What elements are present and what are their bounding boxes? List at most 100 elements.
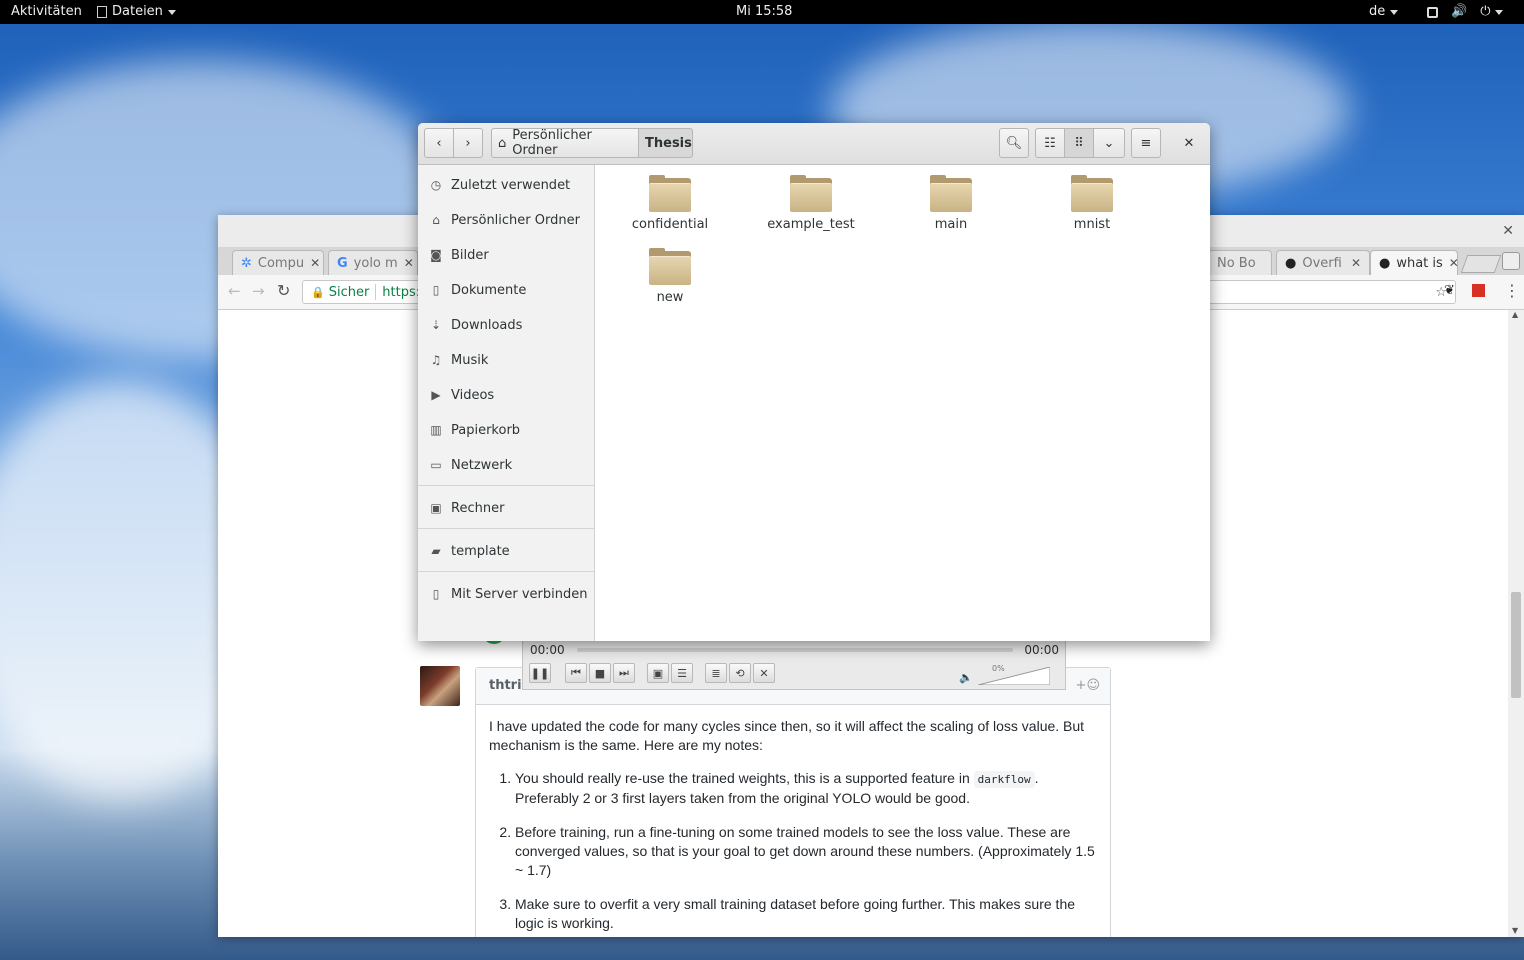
tab-label: No Bo <box>1217 255 1256 271</box>
forward-icon[interactable]: → <box>252 282 265 300</box>
scrollbar-thumb[interactable] <box>1511 592 1521 698</box>
activities-button[interactable]: Aktivitäten <box>11 0 82 24</box>
search-icon: 🔍︎ <box>1005 135 1023 151</box>
profile-icon[interactable] <box>1502 252 1520 270</box>
add-reaction-icon[interactable]: +☺ <box>1076 668 1100 704</box>
system-menu[interactable]: 🔊 ⏻ <box>1427 0 1504 24</box>
folder-item[interactable]: confidential <box>610 175 730 232</box>
pause-button[interactable]: ❚❚ <box>529 663 551 683</box>
time-current: 00:00 <box>530 643 565 657</box>
document-icon: ▯ <box>432 283 440 297</box>
extension-icon[interactable]: ❦ <box>1444 283 1455 298</box>
speaker-icon[interactable]: 🔈 <box>959 671 973 684</box>
sidebar-item-label: Downloads <box>451 317 523 333</box>
sidebar-item-label: Mit Server verbinden <box>451 586 588 602</box>
stop-icon: ■ <box>594 666 606 680</box>
stop-button[interactable]: ■ <box>589 663 611 683</box>
volume-slider[interactable]: 0% <box>977 664 1051 686</box>
sidebar-item-recent[interactable]: ◷ Zuletzt verwendet <box>418 168 594 202</box>
app-menu-button[interactable]: Dateien <box>97 0 176 24</box>
shuffle-button[interactable]: ✕ <box>753 663 775 683</box>
close-window-button[interactable]: ✕ <box>1175 128 1203 158</box>
forward-button[interactable]: › <box>453 128 483 158</box>
comment-paragraph: I have updated the code for many cycles … <box>489 718 1085 753</box>
browser-tab[interactable]: No Bo <box>1208 250 1272 275</box>
sidebar-item-connect-server[interactable]: ▯ Mit Server verbinden <box>418 577 594 611</box>
keyboard-layout-label: de <box>1369 4 1386 19</box>
sidebar-item-label: Videos <box>451 387 495 403</box>
keyboard-layout-button[interactable]: de <box>1369 0 1399 24</box>
clock[interactable]: Mi 15:58 <box>736 0 792 24</box>
hamburger-icon: ≡ <box>1140 135 1152 151</box>
folder-label: mnist <box>1073 217 1111 232</box>
fullscreen-button[interactable]: ▣ <box>647 663 669 683</box>
seek-bar[interactable] <box>577 648 1013 652</box>
github-icon: ● <box>1379 255 1391 271</box>
browser-tab[interactable]: ✲ Compu ✕ <box>232 250 324 275</box>
new-tab-button[interactable] <box>1460 255 1502 273</box>
list-item: You should really re-use the trained wei… <box>515 769 1097 808</box>
sidebar-item-trash[interactable]: ▥ Papierkorb <box>418 413 594 447</box>
loop-button[interactable]: ⟲ <box>729 663 751 683</box>
camera-icon: ◙ <box>430 248 442 262</box>
clock-label: Mi 15:58 <box>736 4 793 19</box>
sidebar-item-videos[interactable]: ▶ Videos <box>418 378 594 412</box>
file-grid: confidential example_test main mnist new <box>595 165 1210 641</box>
breadcrumb-current[interactable]: Thesis <box>638 128 693 158</box>
headerbar: ‹ › ⌂ Persönlicher Ordner Thesis 🔍︎ ☷ ⠿ ⌄… <box>418 123 1210 165</box>
close-icon[interactable]: ✕ <box>1351 256 1361 270</box>
browser-tab-active[interactable]: ● what is ✕ <box>1370 250 1458 275</box>
list-view-button[interactable]: ☷ <box>1035 128 1065 158</box>
close-icon[interactable]: ✕ <box>310 256 320 270</box>
volume-icon: 🔊 <box>1451 4 1468 19</box>
sidebar-item-network[interactable]: ▭ Netzwerk <box>418 448 594 482</box>
secure-label: Sicher <box>328 284 370 300</box>
menu-dots-icon[interactable]: ⋮ <box>1504 281 1520 300</box>
search-button[interactable]: 🔍︎ <box>999 128 1029 158</box>
tab-label: Overfi <box>1302 255 1342 271</box>
playlist-button[interactable]: ≣ <box>705 663 727 683</box>
power-icon: ⏻ <box>1480 4 1491 19</box>
scrollbar[interactable]: ▲ ▼ <box>1508 310 1524 937</box>
sidebar-item-label: Musik <box>451 352 489 368</box>
back-icon[interactable]: ← <box>228 282 241 300</box>
folder-icon <box>930 175 972 212</box>
folder-item[interactable]: new <box>610 248 730 305</box>
sidebar-item-downloads[interactable]: ⇣ Downloads <box>418 308 594 342</box>
previous-button[interactable]: ⏮ <box>565 663 587 683</box>
sidebar-item-label: Dokumente <box>451 282 527 298</box>
close-icon[interactable]: ✕ <box>1449 256 1457 270</box>
next-button[interactable]: ⏭ <box>613 663 635 683</box>
close-icon[interactable]: ✕ <box>1502 223 1514 239</box>
sidebar-item-label: Zuletzt verwendet <box>451 177 571 193</box>
folder-item[interactable]: mnist <box>1032 175 1152 232</box>
list-item: Make sure to overfit a very small traini… <box>515 895 1097 933</box>
extension-icon[interactable] <box>1472 284 1485 297</box>
close-icon[interactable]: ✕ <box>404 256 414 270</box>
browser-tab[interactable]: Gyolo m ✕ <box>328 250 418 275</box>
sidebar-item-label: Bilder <box>451 247 489 263</box>
scroll-down-icon[interactable]: ▼ <box>1512 926 1518 935</box>
sidebar-item-music[interactable]: ♫ Musik <box>418 343 594 377</box>
browser-tab[interactable]: ● Overfi ✕ <box>1276 250 1370 275</box>
back-button[interactable]: ‹ <box>424 128 454 158</box>
sidebar-item-pictures[interactable]: ◙ Bilder <box>418 238 594 272</box>
breadcrumb-home[interactable]: ⌂ Persönlicher Ordner <box>491 128 639 158</box>
avatar[interactable] <box>420 666 460 706</box>
equalizer-button[interactable]: ☰ <box>671 663 693 683</box>
sidebar-item-template[interactable]: ▰ template <box>418 534 594 568</box>
video-icon: ▶ <box>431 388 441 402</box>
view-options-button[interactable]: ⌄ <box>1093 128 1125 158</box>
folder-item[interactable]: main <box>891 175 1011 232</box>
grid-view-button[interactable]: ⠿ <box>1064 128 1094 158</box>
folder-icon <box>649 175 691 212</box>
sidebar-item-home[interactable]: ⌂ Persönlicher Ordner <box>418 203 594 237</box>
sidebar-item-computer[interactable]: ▣ Rechner <box>418 491 594 525</box>
network-icon: ▭ <box>430 458 442 472</box>
menu-button[interactable]: ≡ <box>1131 128 1161 158</box>
list-item-text: You should really re-use the trained wei… <box>515 770 974 786</box>
sidebar-item-documents[interactable]: ▯ Dokumente <box>418 273 594 307</box>
reload-icon[interactable]: ↻ <box>277 281 290 300</box>
folder-item[interactable]: example_test <box>751 175 871 232</box>
scroll-up-icon[interactable]: ▲ <box>1512 310 1518 319</box>
